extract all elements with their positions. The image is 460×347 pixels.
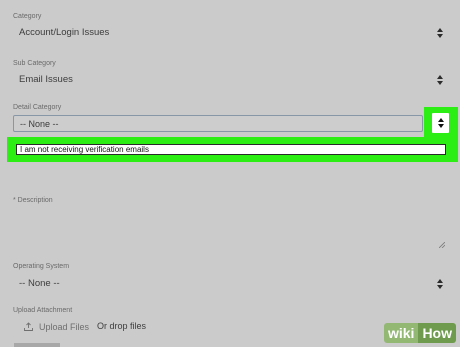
detail-category-arrow-button[interactable] [432, 113, 449, 133]
watermark-wiki: wiki [383, 323, 419, 343]
category-select[interactable]: Account/Login Issues [13, 23, 447, 41]
category-label: Category [13, 13, 42, 20]
detail-category-select-value: -- None -- [20, 119, 59, 129]
option-highlight: I am not receiving verification emails [7, 137, 458, 162]
sub-category-label: Sub Category [13, 60, 56, 67]
dropdown-arrow-highlight [424, 107, 458, 139]
upload-icon [24, 321, 33, 333]
wikihow-watermark: wiki How [383, 323, 456, 343]
operating-system-select-value: -- None -- [19, 278, 60, 289]
upload-attachment-label: Upload Attachment [13, 307, 73, 314]
detail-category-label: Detail Category [13, 104, 62, 111]
drop-files-text: Or drop files [97, 321, 147, 331]
sub-category-select-value: Email Issues [19, 74, 73, 85]
description-textarea[interactable] [13, 209, 447, 249]
sub-category-select[interactable]: Email Issues [13, 70, 447, 88]
detail-category-option-label: I am not receiving verification emails [20, 145, 149, 154]
detail-category-select[interactable]: -- None -- [13, 115, 423, 132]
bottom-bar [14, 343, 60, 347]
detail-category-option[interactable]: I am not receiving verification emails [16, 144, 446, 155]
upload-files-label: Upload Files [39, 322, 90, 332]
updown-arrows-icon [437, 28, 443, 38]
updown-arrows-icon [438, 118, 444, 128]
updown-arrows-icon [437, 75, 443, 85]
resize-grip-icon[interactable] [438, 235, 446, 249]
upload-files-button[interactable]: Upload Files [24, 320, 89, 334]
category-select-value: Account/Login Issues [19, 27, 110, 38]
description-label: * Description [13, 197, 53, 204]
watermark-how: How [418, 323, 456, 343]
operating-system-select[interactable]: -- None -- [13, 274, 447, 292]
updown-arrows-icon [437, 279, 443, 289]
operating-system-label: Operating System [13, 263, 70, 270]
